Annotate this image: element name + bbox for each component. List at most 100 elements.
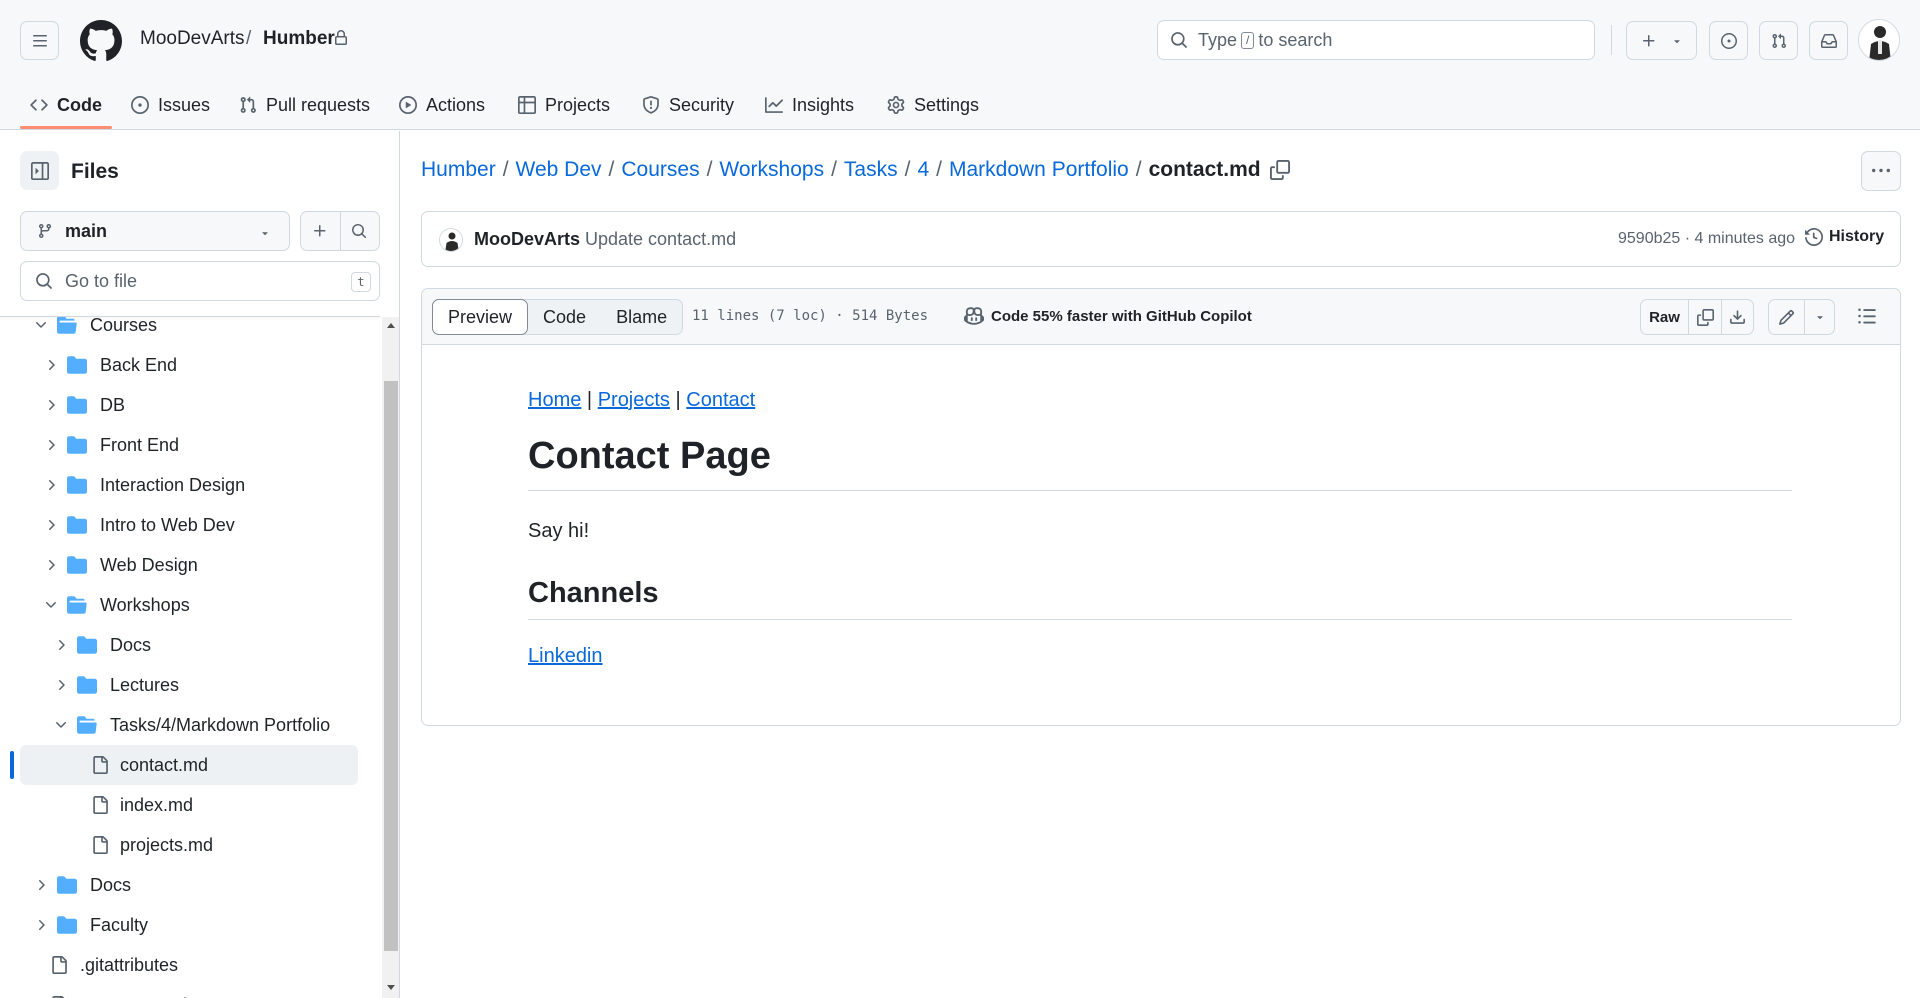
tree-item-label: Intro to Web Dev <box>100 515 235 535</box>
pencil-icon <box>1779 309 1795 325</box>
tree-folder-docs[interactable]: Docs <box>0 865 362 905</box>
breadcrumb-markdown-portfolio[interactable]: Markdown Portfolio <box>949 158 1129 182</box>
view-mode-segmented-control: Preview Code Blame <box>432 299 684 335</box>
tab-issues[interactable]: Issues <box>131 80 210 130</box>
tree-folder-db[interactable]: DB <box>0 385 362 425</box>
folder-icon <box>57 916 77 934</box>
breadcrumb-courses[interactable]: Courses <box>621 158 699 182</box>
tab-projects[interactable]: Projects <box>518 80 610 130</box>
copy-raw-button[interactable] <box>1689 300 1722 334</box>
tree-scrollbar-thumb[interactable] <box>384 381 398 951</box>
issue-opened-icon <box>131 96 149 114</box>
chevron-right-icon[interactable] <box>43 357 59 373</box>
commit-message-link[interactable]: Update contact.md <box>585 229 736 250</box>
tree-file-projects-md[interactable]: projects.md <box>0 825 362 865</box>
breadcrumb-4[interactable]: 4 <box>917 158 929 182</box>
breadcrumb-web-dev[interactable]: Web Dev <box>516 158 602 182</box>
collapse-sidebar-button[interactable] <box>20 151 59 190</box>
commit-author-link[interactable]: MooDevArts <box>474 229 580 250</box>
more-options-button[interactable] <box>1861 151 1901 191</box>
tree-folder-courses[interactable]: Courses <box>0 317 362 345</box>
md-link-contact[interactable]: Contact <box>686 389 755 411</box>
tree-folder-lectures[interactable]: Lectures <box>0 665 362 705</box>
tree-folder-front-end[interactable]: Front End <box>0 425 362 465</box>
breadcrumb: Humber / Web Dev / Courses / Workshops /… <box>421 158 1290 182</box>
selected-row-indicator <box>10 751 14 779</box>
copilot-promo-link[interactable]: Code 55% faster with GitHub Copilot <box>964 306 1252 326</box>
create-new-button[interactable] <box>1626 21 1697 60</box>
chevron-right-icon[interactable] <box>43 517 59 533</box>
tree-folder-tasks-4-markdown-portfolio[interactable]: Tasks/4/Markdown Portfolio <box>0 705 362 745</box>
global-search-input[interactable]: Type / to search <box>1157 20 1595 60</box>
tree-folder-web-design[interactable]: Web Design <box>0 545 362 585</box>
tab-actions[interactable]: Actions <box>399 80 485 130</box>
your-issues-button[interactable] <box>1709 21 1748 60</box>
view-preview-button[interactable]: Preview <box>432 299 529 335</box>
folder-icon <box>67 516 87 534</box>
edit-file-button[interactable] <box>1769 300 1805 334</box>
md-link-linkedin[interactable]: Linkedin <box>528 645 603 668</box>
commit-author-avatar[interactable] <box>439 228 463 252</box>
add-file-button[interactable] <box>300 211 340 251</box>
tab-insights[interactable]: Insights <box>765 80 854 130</box>
repo-link[interactable]: Humber <box>263 28 335 50</box>
search-files-button[interactable] <box>339 211 379 251</box>
tree-item-label: index.md <box>120 795 194 815</box>
tab-security[interactable]: Security <box>642 80 734 130</box>
go-to-file-input[interactable]: Go to file t <box>20 261 380 301</box>
copy-path-icon[interactable] <box>1269 160 1290 180</box>
menu-button[interactable] <box>20 21 59 60</box>
tab-code[interactable]: Code <box>30 80 102 130</box>
list-unordered-icon[interactable] <box>1857 306 1877 326</box>
tab-settings[interactable]: Settings <box>887 80 979 130</box>
scroll-down-arrow-icon[interactable] <box>385 982 397 992</box>
chevron-right-icon[interactable] <box>53 677 69 693</box>
md-heading-2: Channels <box>528 577 1792 620</box>
owner-link[interactable]: MooDevArts <box>140 28 245 50</box>
branch-selector[interactable]: main <box>20 211 290 251</box>
tab-pull-requests[interactable]: Pull requests <box>239 80 370 130</box>
download-raw-button[interactable] <box>1722 300 1753 334</box>
markdown-nav-links: Home | Projects | Contact <box>528 389 755 412</box>
scroll-up-arrow-icon[interactable] <box>385 321 397 331</box>
tree-folder-docs[interactable]: Docs <box>0 625 362 665</box>
chevron-down-icon[interactable] <box>33 317 49 333</box>
tree-file-gitattributes[interactable]: .gitattributes <box>0 945 362 985</box>
tree-folder-faculty[interactable]: Faculty <box>0 905 362 945</box>
breadcrumb-workshops[interactable]: Workshops <box>719 158 824 182</box>
breadcrumb-tasks[interactable]: Tasks <box>844 158 898 182</box>
edit-options-dropdown[interactable] <box>1805 300 1834 334</box>
breadcrumb-humber[interactable]: Humber <box>421 158 496 182</box>
chevron-right-icon[interactable] <box>33 917 49 933</box>
chevron-right-icon[interactable] <box>33 877 49 893</box>
user-avatar[interactable] <box>1858 19 1900 61</box>
raw-button[interactable]: Raw <box>1641 300 1689 334</box>
issue-opened-icon <box>1720 32 1737 49</box>
github-logo-icon[interactable] <box>80 20 122 62</box>
inbox-icon <box>1820 33 1837 48</box>
commit-sha-and-time[interactable]: 9590b25 · 4 minutes ago <box>1618 230 1795 248</box>
history-button[interactable]: History <box>1805 228 1884 246</box>
chevron-down-icon[interactable] <box>43 597 59 613</box>
your-pull-requests-button[interactable] <box>1759 21 1798 60</box>
md-link-home[interactable]: Home <box>528 389 581 411</box>
chevron-right-icon[interactable] <box>43 437 59 453</box>
chevron-down-icon[interactable] <box>53 717 69 733</box>
chevron-right-icon[interactable] <box>53 637 69 653</box>
tree-file-index-md[interactable]: index.md <box>0 785 362 825</box>
view-code-button[interactable]: Code <box>528 300 601 334</box>
view-blame-button[interactable]: Blame <box>601 300 682 334</box>
chevron-right-icon[interactable] <box>43 557 59 573</box>
tree-folder-intro-to-web-dev[interactable]: Intro to Web Dev <box>0 505 362 545</box>
tree-folder-interaction-design[interactable]: Interaction Design <box>0 465 362 505</box>
raw-copy-download-group: Raw <box>1640 299 1754 335</box>
md-link-projects[interactable]: Projects <box>598 389 670 411</box>
tree-folder-back-end[interactable]: Back End <box>0 345 362 385</box>
tree-file-readme-md[interactable]: README.md <box>0 985 362 998</box>
chevron-right-icon[interactable] <box>43 477 59 493</box>
search-hint-post: to search <box>1258 29 1333 50</box>
tree-folder-workshops[interactable]: Workshops <box>0 585 362 625</box>
tree-file-contact-md[interactable]: contact.md <box>0 745 362 785</box>
notifications-button[interactable] <box>1809 21 1848 60</box>
chevron-right-icon[interactable] <box>43 397 59 413</box>
